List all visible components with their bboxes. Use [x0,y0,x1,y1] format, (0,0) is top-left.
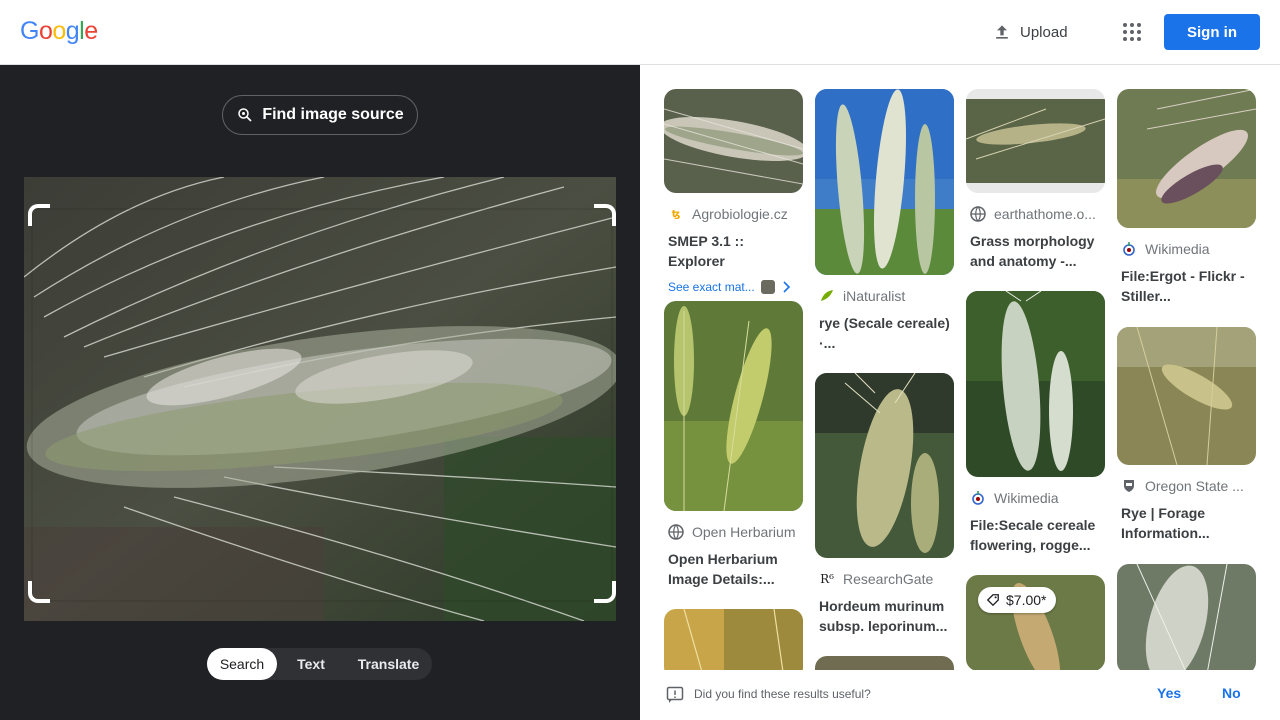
result-thumbnail[interactable] [1117,564,1256,674]
lens-search-icon [238,108,252,122]
result-thumbnail[interactable] [664,301,803,511]
result-source-label: Wikimedia [1145,241,1210,257]
result-card[interactable] [1117,564,1256,674]
wikimedia-icon [1123,242,1135,256]
result-thumbnail[interactable] [815,373,954,558]
wikimedia-icon [972,491,984,505]
result-card[interactable]: $7.00* [966,575,1105,671]
sign-in-button[interactable]: Sign in [1164,14,1260,50]
result-card[interactable]: iNaturalist rye (Secale cereale) ·... [815,89,954,353]
result-thumbnail[interactable] [966,89,1105,193]
result-source-label: Wikimedia [994,490,1059,506]
price-tag-icon [986,594,999,607]
result-source-label: Open Herbarium [692,524,796,540]
result-title[interactable]: File:Ergot - Flickr - Stiller... [1117,266,1256,306]
result-card[interactable]: R⁶ ResearchGate Hordeum murinum subsp. l… [815,373,954,636]
logo-letter: o [52,17,66,45]
result-title[interactable]: Rye | Forage Information... [1117,503,1256,543]
lens-mode-switcher: Search Text Translate [207,648,432,680]
result-card[interactable] [664,609,803,679]
globe-icon [668,524,684,540]
result-source: R⁶ ResearchGate [815,570,954,588]
inaturalist-leaf-icon [821,290,833,301]
result-card[interactable]: Wikimedia File:Ergot - Flickr - Stiller.… [1117,89,1256,306]
see-exact-matches-link[interactable]: See exact mat... [664,280,803,294]
top-bar: Google Upload Sign in [0,0,1280,65]
result-card[interactable]: Wikimedia File:Secale cereale flowering,… [966,291,1105,555]
result-source-label: ResearchGate [843,571,934,587]
logo-letter: G [20,17,39,45]
feedback-no-button[interactable]: No [1222,685,1241,701]
feedback-icon [666,686,684,703]
result-thumbnail[interactable] [664,609,803,679]
result-source: iNaturalist [815,287,954,305]
globe-icon [970,206,986,222]
crop-handle-top-left[interactable] [28,204,50,226]
feedback-yes-button[interactable]: Yes [1157,685,1181,701]
crop-handle-bottom-right[interactable] [594,581,616,603]
result-thumbnail[interactable] [1117,89,1256,228]
result-source: Oregon State ... [1117,477,1256,495]
researchgate-icon: R⁶ [820,572,834,586]
upload-label: Upload [1020,23,1068,41]
tab-translate[interactable]: Translate [345,648,432,680]
crop-handle-bottom-left[interactable] [28,581,50,603]
find-image-source-label: Find image source [262,106,404,123]
logo-letter: o [38,17,53,45]
result-source-label: earthathome.o... [994,206,1096,222]
result-card[interactable]: Oregon State ... Rye | Forage Informatio… [1117,327,1256,543]
result-source-label: Oregon State ... [1145,478,1244,494]
result-title[interactable]: rye (Secale cereale) ·... [815,313,954,353]
result-card[interactable]: earthathome.o... Grass morphology and an… [966,89,1105,271]
lens-image-panel: Find image source Search Text Translate [0,65,640,720]
result-source: earthathome.o... [966,205,1105,223]
oregon-state-shield-icon [1124,480,1134,492]
logo-letter: e [84,17,98,45]
result-title[interactable]: File:Secale cereale flowering, rogge... [966,515,1105,555]
exact-match-label: See exact mat... [668,280,755,294]
result-title[interactable]: Grass morphology and anatomy -... [966,231,1105,271]
result-source: ꜩ Agrobiologie.cz [664,205,803,223]
result-thumbnail[interactable] [1117,327,1256,465]
price-label: $7.00* [1006,592,1047,608]
exact-match-thumb [760,280,775,294]
result-source: Wikimedia [1117,240,1256,258]
price-badge[interactable]: $7.00* [978,587,1057,613]
result-source: Open Herbarium [664,523,803,541]
visual-matches-panel: ꜩ Agrobiologie.cz SMEP 3.1 :: Explorer S… [640,65,1280,720]
apps-grid-icon[interactable] [1120,20,1144,44]
result-title[interactable]: Open Herbarium Image Details:... [664,549,803,589]
result-source-label: iNaturalist [843,288,906,304]
feedback-bar: Did you find these results useful? Yes N… [640,670,1280,720]
find-image-source-button[interactable]: Find image source [222,95,418,135]
chevron-right-icon [783,281,790,293]
tab-text[interactable]: Text [277,648,345,680]
result-source: Wikimedia [966,489,1105,507]
result-thumbnail[interactable] [815,89,954,275]
upload-button[interactable]: Upload [992,20,1068,44]
result-title[interactable]: Hordeum murinum subsp. leporinum... [815,596,954,636]
agrobiologie-favicon-icon: ꜩ [671,208,681,220]
result-card[interactable]: Open Herbarium Open Herbarium Image Deta… [664,301,803,589]
tab-search[interactable]: Search [207,648,277,680]
result-card[interactable]: ꜩ Agrobiologie.cz SMEP 3.1 :: Explorer S… [664,89,803,294]
result-thumbnail[interactable] [966,291,1105,477]
upload-icon [996,25,1008,39]
result-title[interactable]: SMEP 3.1 :: Explorer [664,231,803,271]
result-source-label: Agrobiologie.cz [692,206,788,222]
crop-handle-top-right[interactable] [594,204,616,226]
feedback-question: Did you find these results useful? [694,687,871,701]
result-thumbnail[interactable] [664,89,803,193]
google-logo[interactable]: Google [20,17,98,46]
query-image [24,177,616,621]
logo-letter: g [65,17,80,45]
